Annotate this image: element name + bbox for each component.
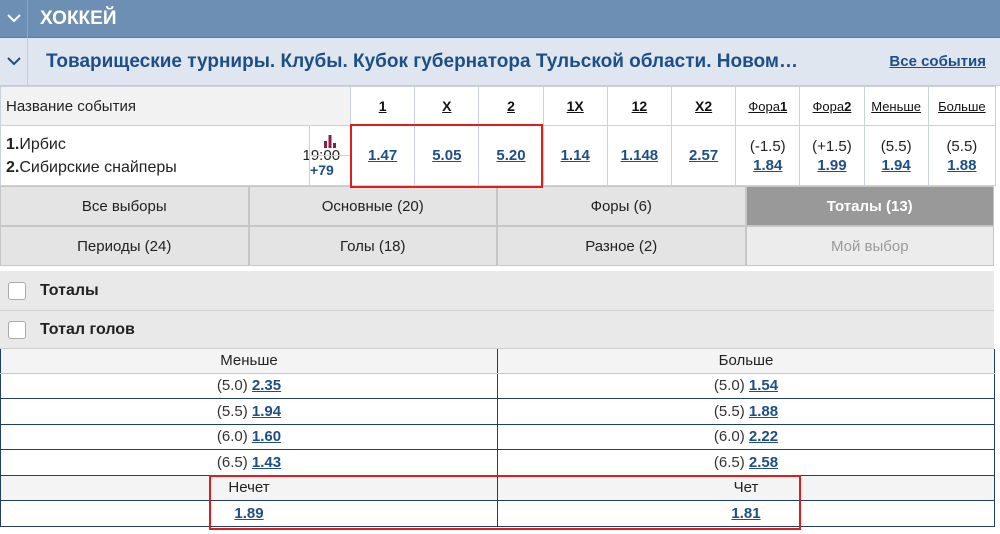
table-row: (5.5) 1.94 (5.5) 1.88 <box>0 398 995 425</box>
table-row: (6.0) 1.60 (6.0) 2.22 <box>0 424 995 450</box>
total-more-cell[interactable]: (5.5) 1.88 <box>497 398 995 425</box>
sport-header[interactable]: ХОККЕЙ <box>0 0 1000 38</box>
tournament-header[interactable]: Товарищеские турниры. Клубы. Кубок губер… <box>0 38 1000 86</box>
col-header-2[interactable]: 2 <box>478 86 544 126</box>
col-header-1[interactable]: 1 <box>350 86 416 126</box>
odd-x[interactable]: 5.05 <box>414 125 480 186</box>
statistics-button[interactable] <box>310 126 351 156</box>
table-row: (6.5) 1.43 (6.5) 2.58 <box>0 449 995 476</box>
collapse-sport-button[interactable] <box>0 0 28 38</box>
collapse-tournament-button[interactable] <box>0 38 28 85</box>
tab-main[interactable]: Основные (20) <box>248 186 497 226</box>
sport-title: ХОККЕЙ <box>40 8 117 29</box>
table-row: (5.0) 2.35 (5.0) 1.54 <box>0 373 995 399</box>
odd-1[interactable]: 1.47 <box>350 125 416 186</box>
total-more-cell[interactable]: (6.5) 2.58 <box>497 449 995 476</box>
even-label: Чет <box>497 475 995 501</box>
odd-1x[interactable]: 1.14 <box>542 125 608 186</box>
group-total-goals-label: Тотал голов <box>40 321 135 338</box>
event-name-header: Название события <box>0 86 352 126</box>
col-header-x2[interactable]: X2 <box>670 86 737 126</box>
odd-fora1[interactable]: (-1.5) 1.84 <box>735 125 801 186</box>
odds-table: Название события 1 X 2 1X 12 X2 Фора1 Фо… <box>0 86 997 186</box>
total-less-cell[interactable]: (5.5) 1.94 <box>0 398 498 425</box>
even-value-cell[interactable]: 1.81 <box>497 500 995 527</box>
odd-even-header-row: Нечет Чет <box>0 475 995 501</box>
team-2: 2.Сибирские снайперы <box>6 158 177 176</box>
total-goals-table: Меньше Больше (5.0) 2.35 (5.0) 1.54 (5.5… <box>0 349 995 527</box>
tournament-title: Товарищеские турниры. Клубы. Кубок губер… <box>46 51 798 72</box>
totals-more-header: Больше <box>497 349 995 374</box>
col-header-x[interactable]: X <box>414 86 480 126</box>
odd-less[interactable]: (5.5) 1.94 <box>863 125 929 186</box>
col-header-more[interactable]: Больше <box>927 86 997 126</box>
odd-label: Нечет <box>0 475 498 501</box>
group-totals-checkbox[interactable] <box>8 282 26 300</box>
team-1: 1.Ирбис <box>6 135 66 153</box>
chevron-down-icon <box>7 56 21 65</box>
col-header-fora2[interactable]: Фора2 <box>799 86 865 126</box>
tab-my-choice[interactable]: Мой выбор <box>745 226 994 266</box>
tab-handicaps[interactable]: Форы (6) <box>497 186 746 226</box>
odd-2[interactable]: 5.20 <box>478 125 544 186</box>
tab-all[interactable]: Все выборы <box>0 186 249 226</box>
bar-chart-icon <box>324 135 337 148</box>
col-header-less[interactable]: Меньше <box>863 86 929 126</box>
tab-totals[interactable]: Тоталы (13) <box>745 186 994 226</box>
group-total-goals[interactable]: Тотал голов <box>0 311 994 349</box>
odd-more[interactable]: (5.5) 1.88 <box>927 125 997 186</box>
totals-less-header: Меньше <box>0 349 498 374</box>
tab-goals[interactable]: Голы (18) <box>248 226 497 266</box>
event-name-cell[interactable]: 1.Ирбис 2.Сибирские снайперы 19:00 +79 <box>0 125 352 186</box>
tab-periods[interactable]: Периоды (24) <box>0 226 249 266</box>
all-events-link[interactable]: Все события <box>889 38 986 85</box>
tab-misc[interactable]: Разное (2) <box>497 226 746 266</box>
totals-header-row: Меньше Больше <box>0 349 995 374</box>
group-totals-label: Тоталы <box>40 282 99 299</box>
total-more-cell[interactable]: (6.0) 2.22 <box>497 424 995 450</box>
group-total-goals-checkbox[interactable] <box>8 321 26 339</box>
odd-value-cell[interactable]: 1.89 <box>0 500 498 527</box>
total-less-cell[interactable]: (6.5) 1.43 <box>0 449 498 476</box>
odd-fora2[interactable]: (+1.5) 1.99 <box>799 125 865 186</box>
odd-even-values-row: 1.89 1.81 <box>0 500 995 527</box>
more-markets-button[interactable]: +79 <box>310 156 350 185</box>
col-header-fora1[interactable]: Фора1 <box>735 86 801 126</box>
market-tabs: Все выборы Основные (20) Форы (6) Тоталы… <box>0 186 994 266</box>
total-more-cell[interactable]: (5.0) 1.54 <box>497 373 995 399</box>
group-totals[interactable]: Тоталы <box>0 271 994 311</box>
col-header-12[interactable]: 12 <box>606 86 672 126</box>
odd-12[interactable]: 1.148 <box>606 125 672 186</box>
event-stats-cell: +79 <box>309 126 351 186</box>
total-less-cell[interactable]: (6.0) 1.60 <box>0 424 498 450</box>
odd-x2[interactable]: 2.57 <box>670 125 737 186</box>
odds-header-row: Название события 1 X 2 1X 12 X2 Фора1 Фо… <box>0 86 997 126</box>
total-less-cell[interactable]: (5.0) 2.35 <box>0 373 498 399</box>
chevron-down-icon <box>7 14 21 23</box>
event-row: 1.Ирбис 2.Сибирские снайперы 19:00 +79 1… <box>0 125 997 186</box>
col-header-1x[interactable]: 1X <box>542 86 608 126</box>
